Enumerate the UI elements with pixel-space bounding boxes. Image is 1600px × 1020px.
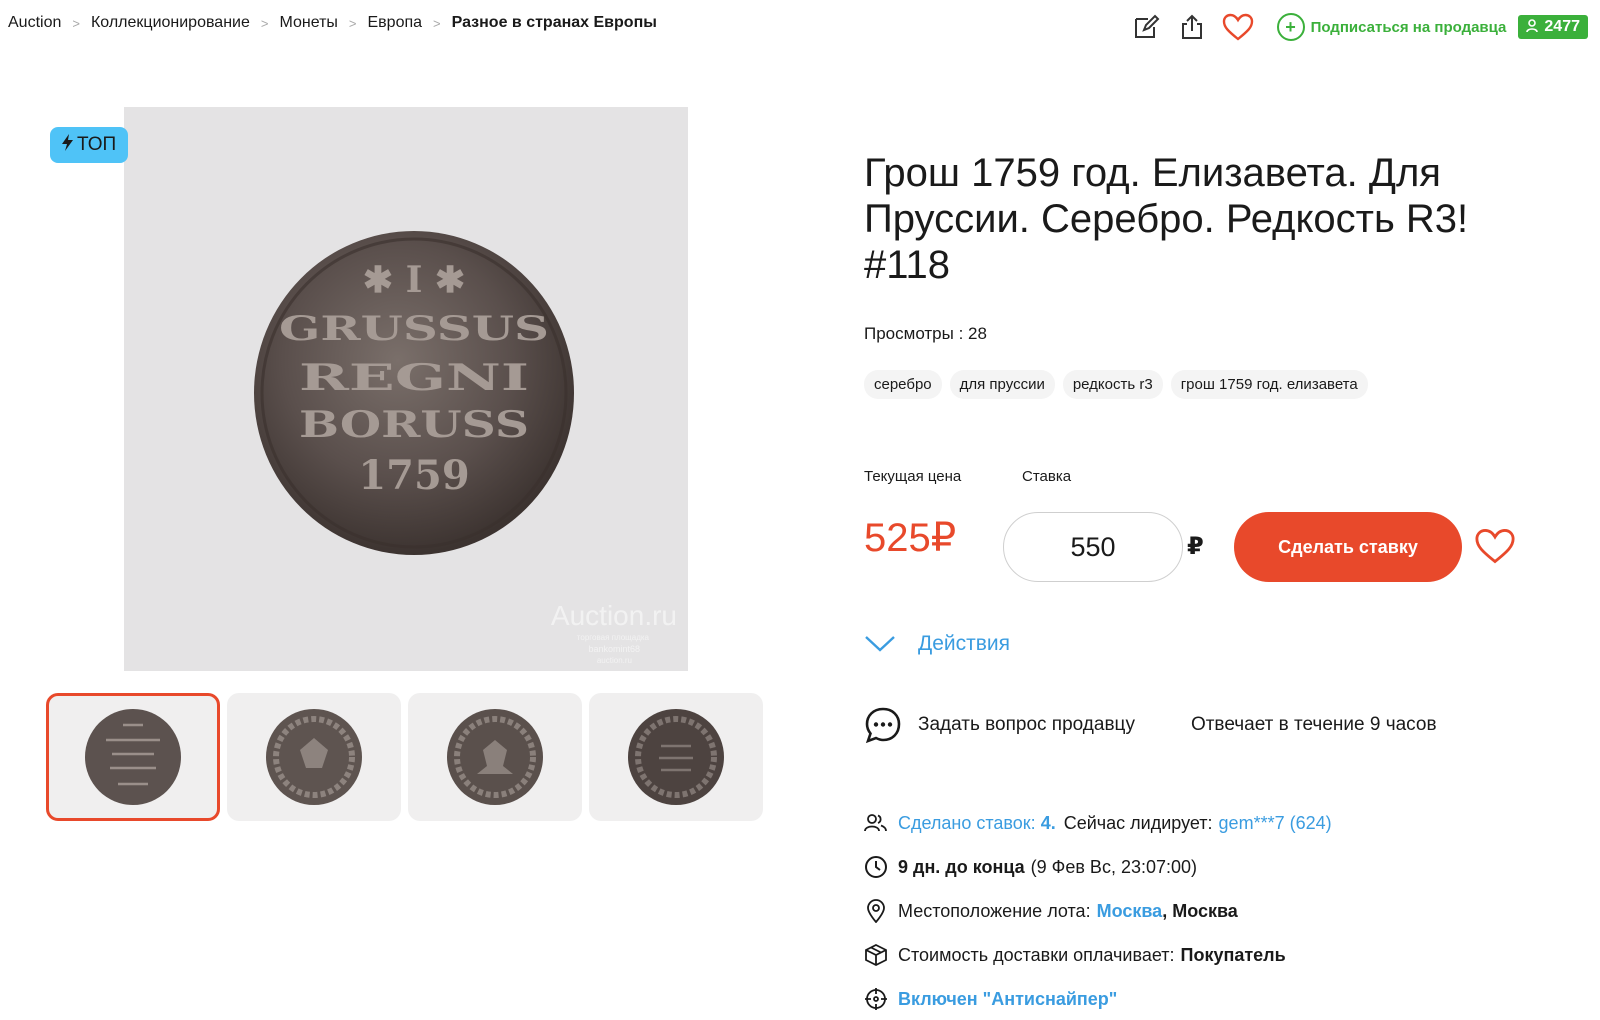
coin-line-4: BORUSS (299, 404, 529, 446)
main-lot-image[interactable]: ✱ I ✱ GRUSSUS REGNI BORUSS 1759 Auction.… (124, 107, 688, 671)
add-to-favorites-heart-icon[interactable] (1473, 526, 1517, 571)
ask-seller-button[interactable]: Задать вопрос продавцу (864, 706, 1135, 744)
seller-rating-value: 2477 (1544, 18, 1580, 35)
bids-count-value[interactable]: 4. (1041, 813, 1056, 834)
current-price: 525₽ (864, 516, 957, 560)
bids-info-row: Сделано ставок: 4. Сейчас лидирует: gem*… (864, 811, 1332, 835)
users-icon (864, 811, 888, 835)
lot-title: Грош 1759 год. Елизавета. Для Пруссии. С… (864, 151, 1469, 287)
top-badge-label: ТОП (77, 134, 117, 155)
location-region: , Москва (1162, 900, 1238, 921)
current-price-label: Текущая цена (864, 468, 962, 485)
coin-line-3: REGNI (299, 357, 529, 399)
tag-item[interactable]: для пруссии (949, 370, 1055, 399)
watermark-line2: торговая площадка (577, 633, 650, 642)
shipping-row: Стоимость доставки оплачивает: Покупател… (864, 943, 1286, 967)
coin-reverse-thumb-icon (85, 709, 181, 805)
breadcrumb-separator: > (72, 15, 80, 31)
watermark-site: Auction.ru (551, 600, 677, 631)
leader-label: Сейчас лидирует: (1063, 812, 1213, 833)
actions-dropdown-toggle[interactable]: Действия (864, 632, 1010, 656)
thumbnail-2[interactable] (227, 693, 401, 821)
breadcrumb: Auction > Коллекционирование > Монеты > … (8, 14, 657, 32)
location-row: Местоположение лота: Москва , Москва (864, 899, 1238, 923)
subscribe-label: Подписаться на продавца (1310, 18, 1507, 36)
end-date: (9 Фев Вс, 23:07:00) (1030, 856, 1198, 877)
breadcrumb-europe[interactable]: Европа (368, 14, 423, 32)
coin-reverse2-thumb-icon (628, 709, 724, 805)
coin-obverse2-thumb-icon (447, 709, 543, 805)
subscribe-seller-button[interactable]: + Подписаться на продавца (1276, 13, 1507, 41)
coin-line-2: GRUSSUS (279, 309, 549, 349)
leader-link[interactable]: gem***7 (624) (1219, 813, 1332, 834)
breadcrumb-auction[interactable]: Auction (8, 14, 61, 32)
time-left: 9 дн. до конца (898, 856, 1025, 877)
location-city-link[interactable]: Москва (1097, 901, 1163, 922)
thumbnail-3[interactable] (408, 693, 582, 821)
breadcrumb-separator: > (433, 15, 441, 31)
bids-count-label[interactable]: Сделано ставок: (898, 813, 1036, 834)
antisniper-link[interactable]: Включен "Антиснайпер" (898, 989, 1117, 1010)
crosshair-icon (864, 987, 888, 1011)
actions-label: Действия (918, 632, 1011, 655)
tag-item[interactable]: серебро (864, 370, 942, 399)
person-icon (1526, 18, 1539, 36)
map-pin-icon (864, 899, 888, 923)
share-icon[interactable] (1175, 10, 1209, 44)
shipping-payer: Покупатель (1180, 944, 1286, 965)
thumbnail-strip (46, 693, 770, 821)
plus-circle-icon: + (1276, 13, 1305, 41)
time-left-row: 9 дн. до конца (9 Фев Вс, 23:07:00) (864, 855, 1197, 879)
top-actions: + Подписаться на продавца 2477 (1117, 10, 1588, 44)
coin-reverse-image: ✱ I ✱ GRUSSUS REGNI BORUSS 1759 Auction.… (254, 231, 677, 665)
antisniper-row: Включен "Антиснайпер" (864, 987, 1117, 1011)
lightning-icon (62, 134, 73, 156)
breadcrumb-separator: > (260, 15, 269, 31)
thumbnail-4[interactable] (589, 693, 763, 821)
ask-seller-label: Задать вопрос продавцу (918, 714, 1135, 735)
watermark-line4: auction.ru (597, 656, 632, 665)
location-label: Местоположение лота: (898, 900, 1091, 921)
chat-bubble-icon (865, 707, 901, 744)
package-icon (864, 943, 888, 967)
views-count: Просмотры : 28 (864, 324, 987, 343)
currency-symbol: ₽ (1187, 533, 1204, 560)
breadcrumb-collecting[interactable]: Коллекционирование (91, 14, 250, 32)
thumbnail-1[interactable] (46, 693, 220, 821)
tag-item[interactable]: редкость r3 (1062, 370, 1163, 399)
breadcrumb-coins[interactable]: Монеты (279, 14, 337, 32)
breadcrumb-separator: > (348, 15, 357, 31)
chevron-down-icon (865, 636, 895, 652)
response-time: Отвечает в течение 9 часов (1190, 714, 1437, 735)
bid-label: Ставка (1022, 468, 1072, 485)
ask-seller-row: Задать вопрос продавцу Отвечает в течени… (864, 706, 1437, 744)
favorite-heart-icon[interactable] (1221, 10, 1255, 44)
watermark-line3: bankomint68 (588, 644, 640, 654)
coin-line-1: ✱ I ✱ (363, 259, 465, 301)
place-bid-button[interactable]: Сделать ставку (1234, 512, 1462, 582)
edit-icon[interactable] (1129, 10, 1163, 44)
coin-obverse-thumb-icon (266, 709, 362, 805)
tag-list: серебро для пруссии редкость r3 грош 175… (864, 370, 1376, 399)
seller-rating-badge[interactable]: 2477 (1518, 15, 1588, 39)
top-badge: ТОП (50, 127, 129, 163)
coin-line-5: 1759 (358, 452, 469, 499)
shipping-label: Стоимость доставки оплачивает: (898, 944, 1175, 965)
bid-amount-input[interactable] (1003, 512, 1183, 582)
clock-icon (864, 855, 888, 879)
breadcrumb-current: Разное в странах Европы (451, 14, 657, 31)
tag-item[interactable]: грош 1759 год. елизавета (1170, 370, 1368, 399)
